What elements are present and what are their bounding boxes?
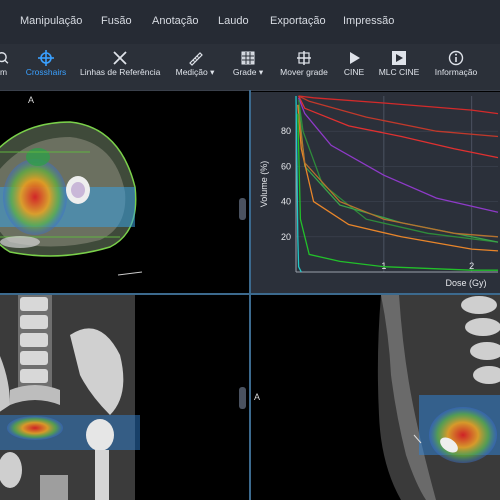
viewport-divider-horizontal[interactable] bbox=[0, 293, 500, 295]
measure-button[interactable]: Medição ▾ bbox=[172, 44, 218, 90]
measure-label: Medição ▾ bbox=[175, 67, 215, 77]
menu-item-4[interactable]: Exportação bbox=[270, 15, 326, 27]
grid-button[interactable]: Grade ▾ bbox=[228, 44, 268, 90]
crosshairs-label: Crosshairs bbox=[25, 67, 67, 77]
menu-item-5[interactable]: Impressão bbox=[343, 15, 394, 27]
dvh-plot: 806040201 2Dose (Gy)Volume (%) bbox=[259, 95, 499, 288]
coronal-scroll-handle[interactable] bbox=[239, 387, 246, 409]
viewport-divider-vertical[interactable] bbox=[249, 90, 251, 500]
dvh-series-0 bbox=[298, 95, 499, 115]
menu-item-2[interactable]: Anotação bbox=[152, 15, 198, 27]
crosshairs-button[interactable]: Crosshairs bbox=[22, 44, 70, 90]
axial-image bbox=[0, 121, 143, 276]
dvh-series-4 bbox=[297, 99, 499, 243]
sagittal-viewport[interactable]: A bbox=[251, 295, 500, 500]
move-grid-button[interactable]: Mover grade bbox=[278, 44, 330, 90]
toolbar: m Crosshairs Linhas de Referência Mediçã… bbox=[0, 44, 500, 91]
close-icon bbox=[113, 51, 127, 65]
info-icon bbox=[448, 50, 464, 66]
grid-label: Grade ▾ bbox=[232, 67, 264, 77]
sagittal-image bbox=[377, 295, 500, 500]
axial-scroll-handle[interactable] bbox=[239, 198, 246, 220]
reference-lines-label: Linhas de Referência bbox=[80, 67, 161, 77]
menu-item-3[interactable]: Laudo bbox=[218, 15, 249, 27]
crosshairs-icon bbox=[38, 50, 54, 66]
coronal-viewport[interactable] bbox=[0, 295, 249, 500]
dvh-ytick-0: 80 bbox=[281, 126, 291, 136]
dvh-series-7 bbox=[297, 113, 499, 238]
info-label: Informação bbox=[434, 67, 478, 77]
cine-label: CINE bbox=[343, 67, 365, 77]
sagittal-orientation-label: A bbox=[254, 392, 261, 402]
dvh-xlabel: Dose (Gy) bbox=[445, 278, 486, 288]
menu-item-1[interactable]: Fusão bbox=[101, 15, 132, 27]
dvh-ytick-3: 20 bbox=[281, 232, 291, 242]
play-icon bbox=[350, 52, 360, 64]
move-grid-label: Mover grade bbox=[280, 67, 328, 77]
dvh-ytick-1: 60 bbox=[281, 161, 291, 171]
dvh-ylabel: Volume (%) bbox=[259, 161, 269, 208]
info-button[interactable]: Informação bbox=[432, 44, 480, 90]
menu-item-0[interactable]: Manipulação bbox=[20, 15, 82, 27]
dvh-series-1 bbox=[298, 95, 499, 138]
zoom-label: m bbox=[0, 67, 8, 77]
search-icon bbox=[0, 52, 9, 64]
grid-icon bbox=[241, 51, 255, 65]
dvh-series-6 bbox=[297, 104, 499, 252]
move-grid-icon bbox=[297, 51, 311, 65]
cine-button[interactable]: CINE bbox=[338, 44, 370, 90]
mlc-cine-button[interactable]: MLC CINE bbox=[378, 44, 420, 90]
zoom-tool[interactable]: m bbox=[0, 44, 14, 90]
dvh-ytick-2: 40 bbox=[281, 197, 291, 207]
axial-orientation-label: A bbox=[28, 95, 35, 105]
dvh-chart: 80 60 40 20 1 2 Dose (Gy) Volume (%) bbox=[251, 92, 500, 293]
coronal-image bbox=[0, 295, 140, 500]
reference-lines-button[interactable]: Linhas de Referência bbox=[80, 44, 160, 90]
mlc-cine-label: MLC CINE bbox=[378, 67, 420, 77]
menu-bar: Manipulação Fusão Anotação Laudo Exportação I… bbox=[0, 0, 500, 44]
mlc-play-icon bbox=[392, 51, 406, 65]
ruler-icon bbox=[189, 52, 203, 66]
dvh-series-2 bbox=[298, 95, 499, 159]
dvh-series-3 bbox=[297, 97, 499, 213]
axial-viewport[interactable]: A bbox=[0, 92, 249, 293]
